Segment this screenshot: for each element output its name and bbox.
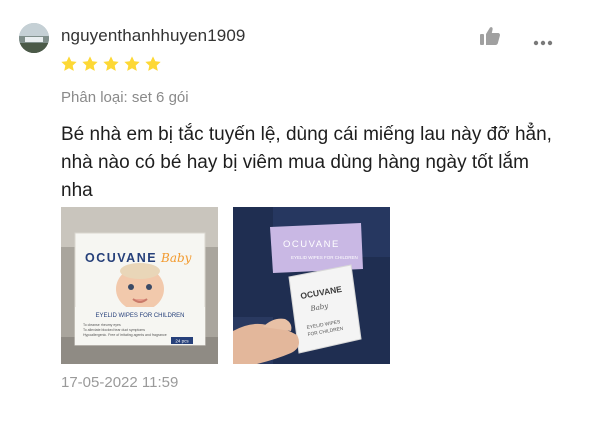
photo2-box-subtitle: EYELID WIPES FOR CHILDREN [291,255,358,260]
photo2-box-brand: OCUVANE [283,239,340,250]
review-photo-2[interactable]: OCUVANE EYELID WIPES FOR CHILDREN OCUVAN… [233,207,390,364]
star-icon [61,56,77,71]
star-icon [145,56,161,71]
photo1-count: 24 pcs [175,339,189,344]
star-icon [82,56,98,71]
user-avatar[interactable] [19,23,49,53]
photo1-product-line: EYELID WIPES FOR CHILDREN [95,313,184,319]
thumbs-up-icon[interactable] [479,26,501,46]
photo1-bullet: To alleviate blocked tear duct symptoms [83,328,145,332]
reviewer-username[interactable]: nguyenthanhhuyen1909 [61,26,245,46]
star-icon [124,56,140,71]
photo1-brand-suffix: Baby [160,251,192,265]
review-photo-1[interactable]: OCUVANE Baby EYELID WIPES FOR CHILDREN T… [61,207,218,364]
photo1-bullet: To cleanse rheumy eyes [83,323,121,327]
more-dots-icon[interactable] [533,33,553,46]
photo1-bullet: Hypoallergenic. Free of irritating agent… [83,333,167,337]
rating-stars [60,55,162,73]
variant-label: Phân loại: set 6 gói [61,89,189,106]
review-date: 17-05-2022 11:59 [61,374,179,391]
star-icon [103,56,119,71]
photo1-brand: OCUVANE [85,251,157,265]
review-comment: Bé nhà em bị tắc tuyến lệ, dùng cái miến… [61,124,552,201]
